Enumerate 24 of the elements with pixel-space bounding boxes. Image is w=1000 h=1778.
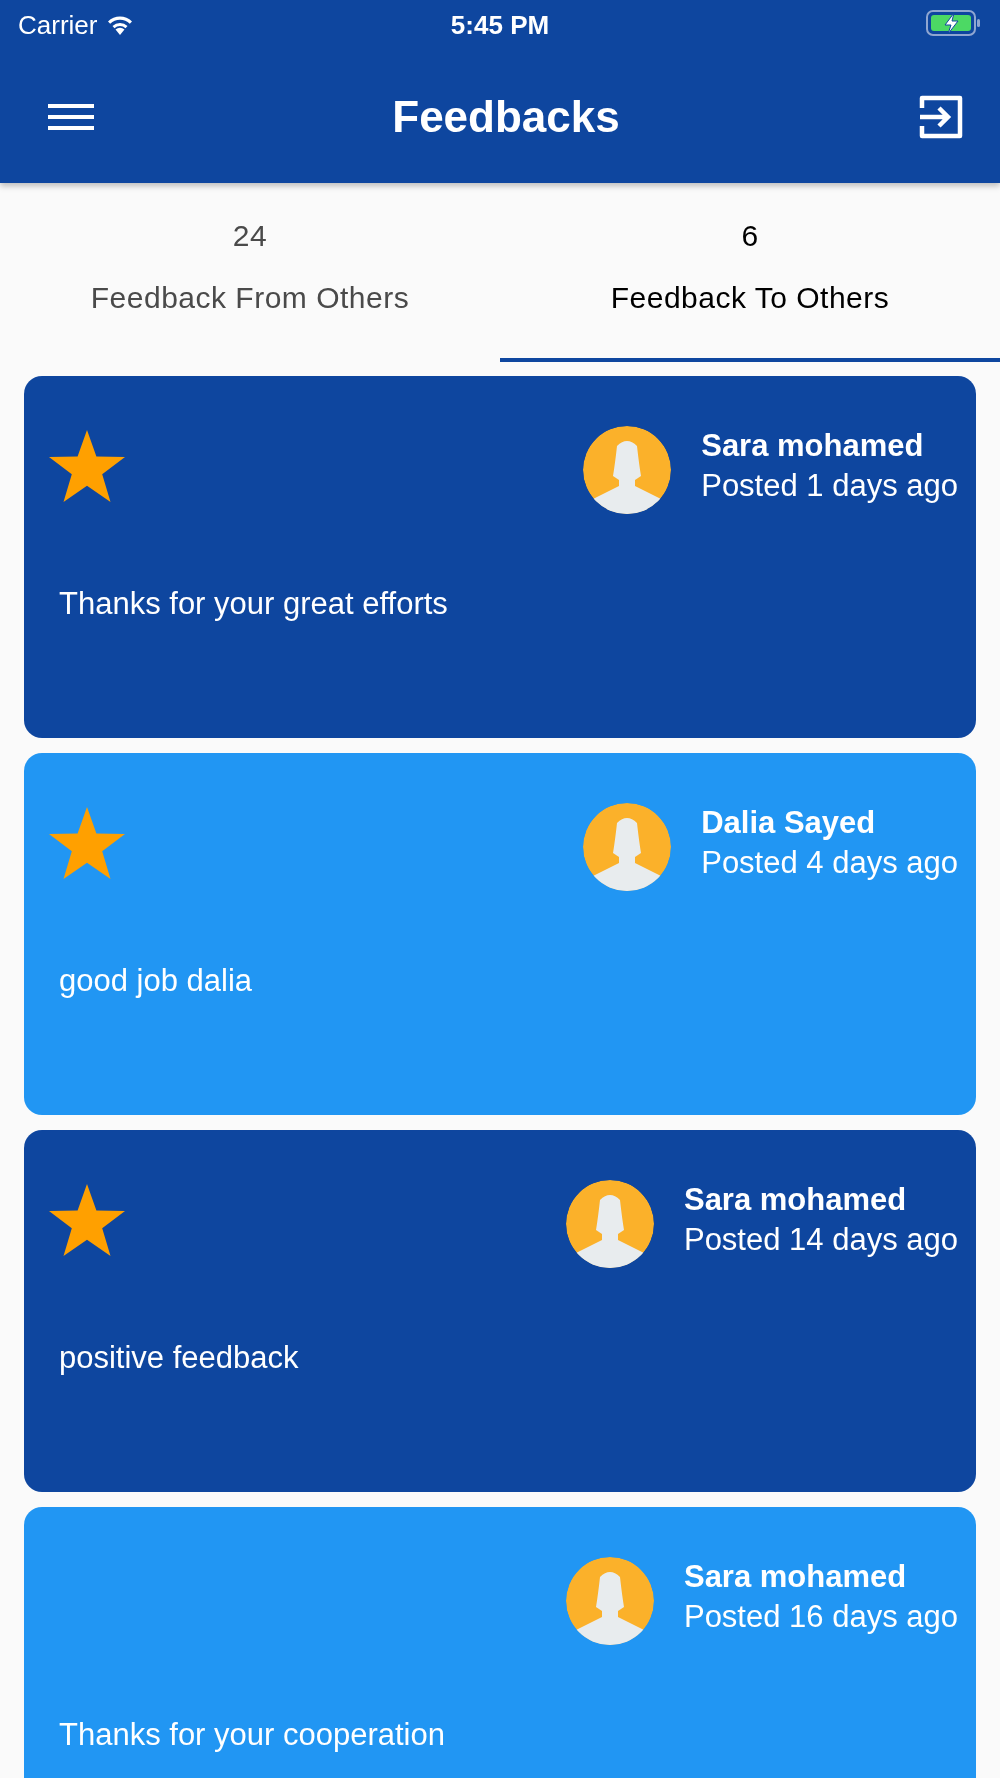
feedback-message: good job dalia (59, 963, 254, 999)
posted-time: Posted 1 days ago (701, 468, 958, 504)
tab[interactable]: 24 Feedback From Others (0, 183, 500, 362)
feedback-card[interactable]: Sara mohamed Posted 1 days ago Thanks for your great efforts (24, 376, 976, 738)
author-name: Dalia Sayed (701, 805, 877, 841)
posted-time: Posted 14 days ago (683, 1222, 958, 1258)
feedback-message: positive feedback (59, 1340, 300, 1376)
avatar-icon (565, 1180, 654, 1268)
avatar-icon (583, 426, 672, 514)
feedback-message: Thanks for your cooperation (59, 1717, 446, 1753)
avatar-icon (565, 1557, 654, 1645)
avatar-icon (583, 803, 672, 891)
author-name: Sara mohamed (701, 428, 925, 464)
battery-charging-icon (926, 9, 982, 37)
posted-time: Posted 4 days ago (701, 845, 958, 881)
page-title: Feedbacks (392, 91, 620, 142)
feedback-card[interactable]: Sara mohamed Posted 14 days ago positive feedback (24, 1130, 976, 1492)
author-name: Sara mohamed (683, 1559, 908, 1595)
feedback-message: Thanks for your great efforts (59, 586, 449, 622)
posted-time: Posted 16 days ago (683, 1599, 958, 1635)
tab[interactable]: 6 Feedback To Others (500, 183, 1000, 362)
clock-time: 5:45 PM (450, 9, 550, 41)
author-name: Sara mohamed (683, 1182, 908, 1218)
carrier-label: Carrier (18, 9, 98, 41)
